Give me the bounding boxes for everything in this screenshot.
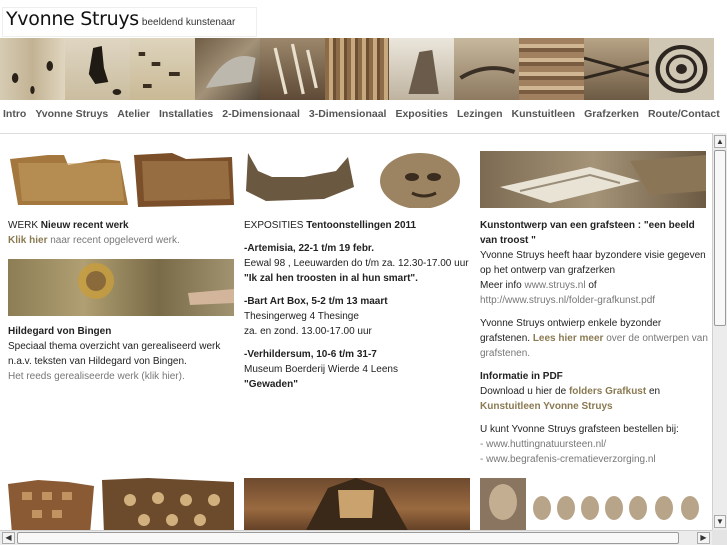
banner-tile-bark[interactable] [324, 38, 390, 100]
ontwerp-text-2: grafstenen. Lees hier meer over de ontwe… [480, 333, 708, 344]
scroll-left-icon[interactable]: ◀ [2, 532, 15, 544]
site-logo[interactable]: Yvonne Struys beeldend kunstenaar [2, 7, 257, 37]
expo-bart-art-box-hours: za. en zond. 13.00-17.00 uur [244, 326, 372, 337]
scrollbar-corner [712, 530, 727, 545]
expo-verhildersum-address: Museum Boerderij Wierde 4 Leens [244, 364, 398, 375]
hildegard-title: Hildegard von Bingen [8, 326, 112, 337]
exposities-heading: EXPOSITIES Tentoonstellingen 2011 [244, 220, 417, 231]
exposities-title: Tentoonstellingen 2011 [306, 220, 417, 231]
pdf-title: Informatie in PDF [480, 371, 563, 382]
grafsteen-text-2: op het ontwerp van grafzerken [480, 265, 616, 276]
meer-info-line: Meer info www.struys.nl of [480, 280, 597, 291]
kunstuitleen-pdf-link[interactable]: Kunstuitleen Yvonne Struys [480, 399, 710, 414]
nav-2-dimensionaal[interactable]: 2-Dimensionaal [222, 108, 300, 124]
nav-lezingen[interactable]: Lezingen [457, 108, 503, 124]
expo-verhildersum-quote: "Gewaden" [244, 379, 298, 390]
banner-tile-letters[interactable] [259, 38, 325, 100]
expo-artemisia-title: -Artemisia, 22-1 t/m 19 febr. [244, 243, 375, 254]
klik-hier-link[interactable]: Klik hier [8, 235, 47, 246]
main-navigation: Intro Yvonne Struys Atelier Installaties… [0, 108, 720, 124]
banner-tile-text[interactable] [129, 38, 195, 100]
scroll-right-icon[interactable]: ▶ [697, 532, 710, 544]
hildegard-text-2: n.a.v. teksten van Hildegard von Bingen. [8, 356, 187, 367]
horizontal-scrollbar[interactable]: ◀ ▶ [0, 530, 712, 545]
bottom-image-figure[interactable] [244, 478, 470, 531]
hildegard-text-1: Speciaal thema overzicht van gerealiseer… [8, 341, 221, 352]
content-frame: WERK Nieuw recent werk Klik hier naar re… [0, 133, 712, 531]
bestellen-text: U kunt Yvonne Struys grafsteen bestellen… [480, 424, 679, 435]
banner-tile-weave[interactable] [584, 38, 650, 100]
robe-image[interactable] [8, 151, 234, 208]
artist-name: Yvonne Struys [6, 8, 139, 30]
ontwerp-text-1: Yvonne Struys ontwierp enkele byzonder [480, 318, 662, 329]
banner-strip [0, 38, 714, 100]
banner-tile-figure[interactable] [64, 38, 130, 100]
column-grafkunst: Kunstontwerp van een grafsteen : "een be… [480, 218, 710, 467]
artist-subtitle: beeldend kunstenaar [141, 17, 236, 28]
begrafenis-link[interactable]: - www.begrafenis-crematieverzorging.nl [480, 452, 710, 467]
horizontal-scroll-thumb[interactable] [17, 532, 679, 544]
vertical-scroll-thumb[interactable] [714, 150, 726, 326]
hutting-link[interactable]: - www.huttingnatuursteen.nl/ [480, 437, 710, 452]
grafsteen-text-1: Yvonne Struys heeft haar byzondere visie… [480, 250, 706, 261]
werk-link-line: Klik hier naar recent opgeleverd werk. [8, 235, 180, 246]
banner-tile-ceramic[interactable] [454, 38, 520, 100]
nav-3-dimensionaal[interactable]: 3-Dimensionaal [309, 108, 387, 124]
werk-title: Nieuw recent werk [40, 220, 129, 231]
nav-grafzerken[interactable]: Grafzerken [584, 108, 639, 124]
folders-grafkust-link[interactable]: folders Grafkust [569, 386, 646, 397]
nav-intro[interactable]: Intro [3, 108, 26, 124]
banner-tile-textile[interactable] [0, 38, 65, 100]
lees-hier-meer-link[interactable]: Lees hier meer [533, 333, 604, 344]
banner-tile-stone[interactable] [194, 38, 260, 100]
hildegard-image[interactable] [8, 259, 234, 316]
vertical-scrollbar[interactable]: ▲ ▼ [712, 133, 727, 530]
banner-tile-sculpture[interactable] [389, 38, 455, 100]
nav-installaties[interactable]: Installaties [159, 108, 213, 124]
expo-verhildersum-title: -Verhildersum, 10-6 t/m 31-7 [244, 349, 377, 360]
werk-heading: WERK Nieuw recent werk [8, 220, 129, 231]
expo-bart-art-box-title: -Bart Art Box, 5-2 t/m 13 maart [244, 296, 388, 307]
folder-grafkunst-link[interactable]: http://www.struys.nl/folder-grafkunst.pd… [480, 293, 710, 308]
scroll-down-icon[interactable]: ▼ [714, 515, 726, 528]
exposities-image[interactable] [244, 151, 462, 208]
bottom-image-heads[interactable] [480, 478, 706, 531]
ontwerp-text-3: grafstenen. [480, 348, 531, 359]
site-header: Yvonne Struys beeldend kunstenaar Intro … [0, 0, 727, 133]
expo-bart-art-box-address: Thesingerweg 4 Thesinge [244, 311, 359, 322]
expo-artemisia-quote: "Ik zal hen troosten in al hun smart". [244, 273, 418, 284]
scroll-up-icon[interactable]: ▲ [714, 135, 726, 148]
nav-kunstuitleen[interactable]: Kunstuitleen [512, 108, 576, 124]
bottom-image-garments[interactable] [8, 478, 234, 531]
grafsteen-title-2: van troost " [480, 235, 536, 246]
column-exposities: EXPOSITIES Tentoonstellingen 2011 -Artem… [244, 218, 472, 392]
nav-route-contact[interactable]: Route/Contact [648, 108, 720, 124]
hildegard-link[interactable]: Het reeds gerealiseerde werk (klik hier)… [8, 369, 236, 384]
column-hildegard: Hildegard von Bingen Speciaal thema over… [8, 324, 236, 384]
nav-yvonne-struys[interactable]: Yvonne Struys [35, 108, 108, 124]
banner-tile-wood[interactable] [519, 38, 585, 100]
grafsteen-title-1: Kunstontwerp van een grafsteen : "een be… [480, 220, 695, 231]
nav-exposities[interactable]: Exposities [395, 108, 448, 124]
expo-artemisia-address: Eewal 98 , Leeuwarden do t/m za. 12.30-1… [244, 258, 469, 269]
banner-tile-spiral[interactable] [649, 38, 714, 100]
struys-link[interactable]: www.struys.nl [524, 280, 585, 291]
grafsteen-image[interactable] [480, 151, 706, 208]
nav-atelier[interactable]: Atelier [117, 108, 150, 124]
pdf-text: Download u hier de folders Grafkust en [480, 386, 661, 397]
column-werk: WERK Nieuw recent werk Klik hier naar re… [8, 218, 236, 248]
